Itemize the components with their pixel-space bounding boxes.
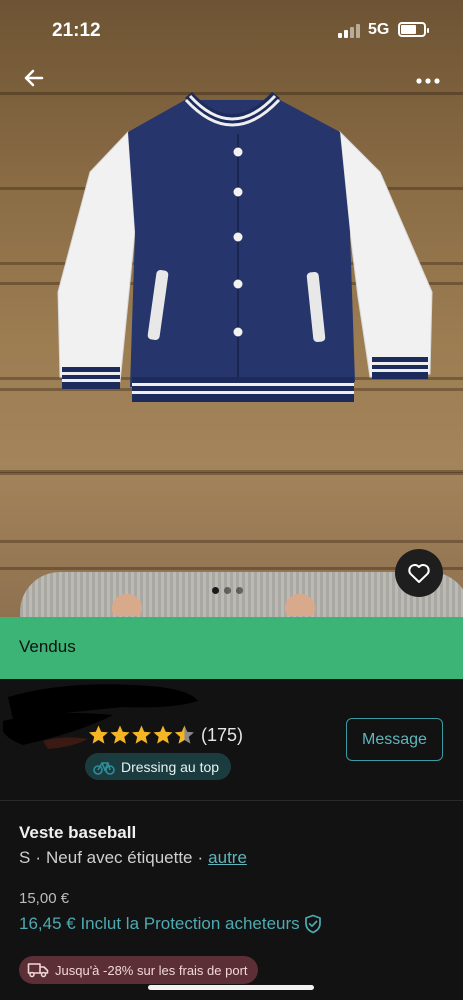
truck-icon: [27, 963, 49, 978]
carousel-dots[interactable]: [212, 587, 243, 594]
network-label: 5G: [368, 21, 390, 38]
listing-photo[interactable]: [0, 0, 463, 617]
brand-link[interactable]: autre: [208, 848, 247, 868]
sold-label: Vendus: [19, 637, 76, 656]
floor-seam: [0, 470, 463, 473]
heart-icon: [408, 564, 430, 583]
shield-check-icon: [304, 914, 321, 934]
battery-icon: [398, 22, 429, 37]
shipping-promo-badge: Jusqu'à -28% sur les frais de port: [19, 956, 258, 984]
floor-seam: [0, 540, 463, 543]
home-indicator[interactable]: [148, 985, 314, 990]
carousel-dot[interactable]: [212, 587, 219, 594]
star-icon: [89, 725, 194, 744]
meta-separator: ·: [35, 848, 42, 867]
favorite-button[interactable]: [395, 549, 443, 597]
carousel-dot[interactable]: [224, 587, 231, 594]
item-size: S: [19, 848, 31, 867]
item-meta: S · Neuf avec étiquette · autre: [19, 848, 247, 868]
toe: [112, 594, 142, 616]
top-badge-label: Dressing au top: [121, 758, 220, 775]
price-with-protection[interactable]: 16,45 € Inclut la Protection acheteurs: [19, 914, 322, 934]
item-details: Veste baseball S · Neuf avec étiquette ·…: [0, 801, 463, 1000]
seller-rating: [88, 724, 196, 746]
meta-separator: ·: [197, 848, 204, 867]
bicycle-icon: [93, 761, 115, 775]
rating-count: (175): [201, 725, 244, 745]
status-time: 21:12: [52, 20, 101, 41]
signal-icon: [338, 24, 360, 38]
more-horizontal-icon: [416, 78, 440, 84]
top-seller-badge: Dressing au top: [85, 753, 232, 780]
item-price: 15,00 €: [19, 890, 70, 907]
jacket-image: [57, 92, 433, 402]
status-bar: 21:12 5G: [0, 0, 463, 60]
message-button[interactable]: Message: [346, 718, 443, 761]
back-button[interactable]: [18, 62, 50, 94]
item-title: Veste baseball: [19, 823, 137, 842]
seller-section[interactable]: (175) Dressing au top Message: [0, 679, 463, 800]
shipping-promo-label: Jusqu'à -28% sur les frais de port: [55, 962, 248, 978]
arrow-left-icon: [24, 69, 44, 87]
carousel-dot[interactable]: [236, 587, 243, 594]
price-with-protection-label: 16,45 € Inclut la Protection acheteurs: [19, 914, 300, 933]
more-options-button[interactable]: [410, 66, 446, 94]
toe: [285, 594, 315, 616]
sold-banner: Vendus: [0, 617, 463, 679]
item-condition: Neuf avec étiquette: [46, 848, 193, 867]
